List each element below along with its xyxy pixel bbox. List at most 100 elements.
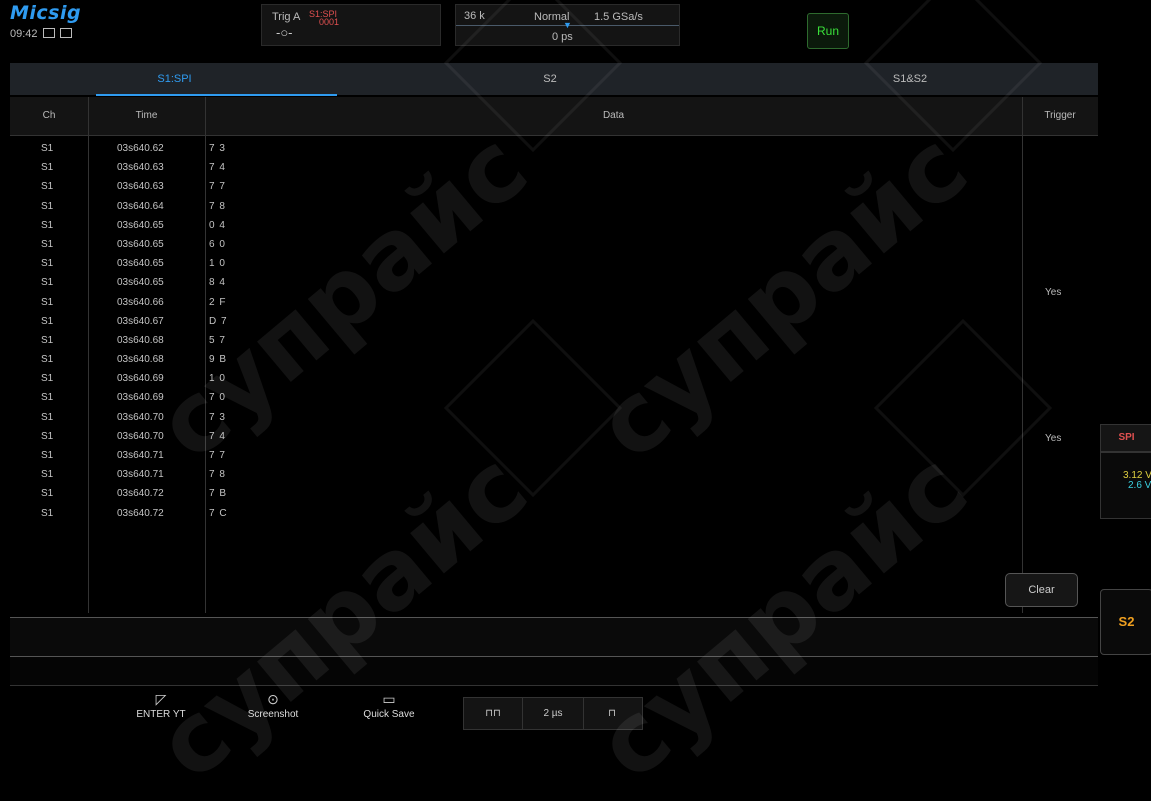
tab-s1-s2[interactable]: S1&S2 (810, 63, 1010, 95)
quick-save-button[interactable]: ▭ Quick Save (356, 691, 422, 720)
table-row[interactable]: S1 03s640.65 8 4 (10, 273, 1022, 292)
timebase-increase-icon[interactable]: ⊓ (582, 698, 642, 729)
timebase-decrease-icon[interactable]: ⊓⊓ (464, 698, 522, 729)
run-button[interactable]: Run (807, 13, 849, 49)
cell-ch: S1 (41, 354, 54, 366)
table-row[interactable]: S1 03s640.68 9 B (10, 350, 1022, 369)
cell-ch: S1 (41, 277, 54, 289)
table-row[interactable]: S1 03s640.63 7 7 (10, 177, 1022, 196)
camera-icon: ⊙ (267, 691, 279, 707)
screen-icon (42, 28, 55, 38)
cell-ch: S1 (41, 162, 54, 174)
trigger-edge-icon: -○- (276, 25, 293, 40)
cell-time: 03s640.67 (117, 315, 164, 327)
table-row[interactable]: S1 03s640.69 7 0 (10, 388, 1022, 407)
cell-data: 7 7 (209, 450, 226, 461)
table-row[interactable]: S1 03s640.70 7 3 (10, 408, 1022, 427)
tab-s2[interactable]: S2 (450, 63, 650, 95)
cell-data: 6 0 (209, 238, 226, 250)
active-tab-indicator (96, 94, 337, 96)
table-row[interactable]: S1 03s640.70 7 4 (10, 427, 1022, 446)
cell-time: 03s640.68 (117, 354, 164, 366)
clock: 09:42 (10, 28, 72, 40)
cell-ch: S1 (41, 507, 54, 519)
table-row[interactable]: S1 03s640.65 0 4 (10, 216, 1022, 235)
cell-data: 7 C (209, 507, 228, 519)
table-row[interactable]: S1 03s640.68 5 7 (10, 331, 1022, 350)
tab-s1-spi[interactable]: S1:SPI (10, 63, 339, 95)
cell-data: 1 0 (209, 373, 226, 385)
cell-time: 03s640.72 (117, 507, 164, 519)
threshold-panel[interactable]: 3.12 V 2.6 V (1100, 452, 1151, 519)
protocol-badge[interactable]: SPI (1100, 424, 1151, 452)
cell-time: 03s640.64 (117, 200, 164, 212)
cell-time: 03s640.62 (117, 143, 164, 154)
cell-time: 03s640.65 (117, 258, 164, 270)
table-row[interactable]: S1 03s640.65 6 0 (10, 235, 1022, 254)
cell-ch: S1 (41, 200, 54, 212)
table-row[interactable]: S1 03s640.66 2 F (10, 293, 1022, 312)
cell-ch: S1 (41, 143, 54, 154)
col-ch-header: Ch (42, 110, 56, 121)
cell-data: 7 0 (209, 392, 226, 404)
status-strip (10, 657, 1098, 686)
cell-time: 03s640.65 (117, 238, 164, 250)
table-row[interactable]: S1 03s640.72 7 B (10, 484, 1022, 503)
col-data-header: Data (602, 110, 625, 121)
cell-ch: S1 (41, 334, 54, 346)
table-row[interactable]: S1 03s640.69 1 0 (10, 369, 1022, 388)
cell-data: 7 8 (209, 469, 226, 481)
memory-depth: 36 k (464, 10, 485, 22)
cell-ch: S1 (41, 219, 54, 231)
trigger-value: 0001 (319, 17, 340, 27)
cell-ch: S1 (41, 238, 54, 250)
horizontal-delay: 0 ps (552, 31, 573, 43)
delay-marker-icon: ▼ (563, 20, 572, 30)
cell-data: 7 8 (209, 200, 226, 212)
cell-time: 03s640.68 (117, 334, 164, 346)
table-row[interactable]: S1 03s640.62 7 3 (10, 139, 1022, 158)
col-trigger-header: Trigger (1044, 110, 1076, 121)
decode-table-body[interactable]: S1 03s640.62 7 3 S1 03s640.63 7 4 S1 03s640.63 7… (10, 139, 1022, 523)
cell-time: 03s640.66 (117, 296, 164, 308)
cell-data: 9 B (209, 354, 228, 366)
table-row[interactable]: S1 03s640.63 7 4 (10, 158, 1022, 177)
column-divider (1022, 97, 1023, 613)
table-row[interactable]: S1 03s640.71 7 8 (10, 465, 1022, 484)
cell-data: 7 B (209, 488, 228, 500)
cell-ch: S1 (41, 430, 54, 442)
bus-s2-button[interactable]: S2 (1100, 589, 1151, 655)
bus-waveform-area (10, 617, 1098, 657)
enter-yt-button[interactable]: ◸ ENTER YT (128, 691, 194, 720)
screenshot-label: Screenshot (247, 709, 299, 720)
cell-ch: S1 (41, 315, 54, 327)
cell-ch: S1 (41, 258, 54, 270)
acquisition-panel[interactable]: 36 k Normal 1.5 GSa/s ▼ 0 ps (455, 4, 680, 46)
sample-rate: 1.5 GSa/s (594, 11, 643, 23)
micsig-logo: Micsig (10, 2, 82, 24)
cell-time: 03s640.70 (117, 430, 164, 442)
cell-time: 03s640.71 (117, 450, 164, 461)
cell-time: 03s640.69 (117, 373, 164, 385)
cell-data: 7 3 (209, 143, 226, 154)
decode-tabs: S1:SPI S2 S1&S2 (10, 63, 1098, 96)
table-row[interactable]: S1 03s640.72 7 C (10, 504, 1022, 523)
timebase-control: ⊓⊓ 2 µs ⊓ (463, 697, 643, 730)
clock-time: 09:42 (10, 28, 38, 40)
table-row[interactable]: S1 03s640.65 1 0 (10, 254, 1022, 273)
screenshot-button[interactable]: ⊙ Screenshot (238, 691, 308, 720)
cell-data: 7 4 (209, 430, 226, 442)
cell-time: 03s640.71 (117, 469, 164, 481)
cell-time: 03s640.63 (117, 181, 164, 193)
cell-time: 03s640.63 (117, 162, 164, 174)
cell-data: 2 F (209, 296, 227, 308)
cell-ch: S1 (41, 181, 54, 193)
table-row[interactable]: S1 03s640.71 7 7 (10, 446, 1022, 465)
trigger-panel[interactable]: Trig A S1:SPI 0001 -○- (261, 4, 441, 46)
cell-ch: S1 (41, 469, 54, 481)
clear-button[interactable]: Clear (1005, 573, 1078, 607)
waveform-icon: ◸ (155, 691, 167, 707)
table-row[interactable]: S1 03s640.64 7 8 (10, 197, 1022, 216)
timebase-value[interactable]: 2 µs (522, 698, 584, 729)
table-row[interactable]: S1 03s640.67 D 7 (10, 312, 1022, 331)
